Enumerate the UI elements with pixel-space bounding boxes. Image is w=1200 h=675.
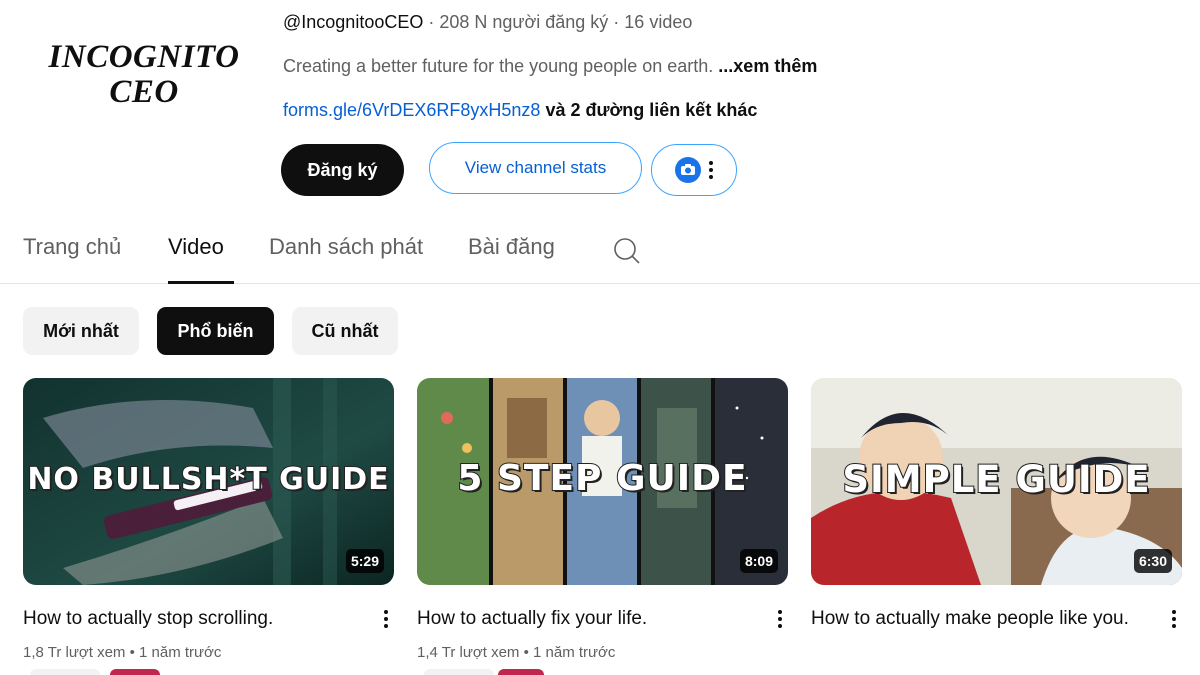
view-count: 1,8 Tr lượt xem: [23, 644, 126, 661]
video-menu-icon[interactable]: [778, 610, 782, 628]
channel-handle: @IncognitooCEO: [283, 12, 424, 32]
search-icon[interactable]: [610, 234, 642, 266]
show-more-link[interactable]: ...xem thêm: [718, 56, 817, 76]
badge-peek: [110, 669, 160, 675]
chip-oldest[interactable]: Cũ nhất: [292, 307, 398, 355]
badge-peek: [30, 669, 100, 675]
meta-separator: •: [125, 644, 139, 661]
channel-description[interactable]: Creating a better future for the young p…: [283, 52, 817, 80]
meta-separator: •: [519, 644, 533, 661]
logo-line-2: CEO: [109, 74, 179, 110]
video-title[interactable]: How to actually make people like you.: [811, 604, 1141, 634]
channel-links: forms.gle/6VrDEX6RF8yxH5nz8 và 2 đường li…: [283, 96, 757, 124]
view-count: 1,4 Tr lượt xem: [417, 644, 520, 661]
video-thumbnail[interactable]: 5 STEP GUIDE 8:09: [417, 378, 788, 585]
duration-badge: 8:09: [739, 549, 778, 573]
video-card[interactable]: SIMPLE GUIDE 6:30 How to actually make p…: [811, 378, 1182, 629]
badge-peek: [498, 669, 544, 675]
upload-age: 1 năm trước: [533, 644, 616, 661]
video-meta: 1,4 Tr lượt xem • 1 năm trước: [417, 644, 615, 661]
extension-icon: [675, 157, 701, 183]
subscriber-count: 208 N người đăng ký: [439, 12, 609, 32]
chip-latest[interactable]: Mới nhất: [23, 307, 139, 355]
tab-posts[interactable]: Bài đăng: [468, 226, 555, 284]
chip-popular[interactable]: Phổ biến: [157, 307, 274, 355]
tab-home[interactable]: Trang chủ: [23, 226, 121, 284]
meta-separator: ·: [608, 12, 625, 32]
video-title[interactable]: How to actually fix your life.: [417, 604, 747, 634]
thumbnail-caption: SIMPLE GUIDE: [841, 457, 1151, 502]
description-text: Creating a better future for the young p…: [283, 56, 714, 76]
thumbnail-caption: NO BULLSH*T GUIDE: [26, 461, 390, 498]
channel-meta: @IncognitooCEO · 208 N người đăng ký · 1…: [283, 8, 1183, 36]
channel-logo: INCOGNITO CEO: [22, 40, 266, 110]
channel-tabs: Trang chủ Video Danh sách phát Bài đăng: [0, 226, 1200, 284]
view-channel-stats-button[interactable]: View channel stats: [429, 142, 642, 194]
extension-menu-button[interactable]: [651, 144, 737, 196]
thumbnail-caption: 5 STEP GUIDE: [456, 457, 748, 500]
more-vert-icon: [709, 161, 713, 179]
video-thumbnail[interactable]: SIMPLE GUIDE 6:30: [811, 378, 1182, 585]
video-menu-icon[interactable]: [384, 610, 388, 628]
video-thumbnail[interactable]: NO BULLSH*T GUIDE 5:29: [23, 378, 394, 585]
duration-badge: 6:30: [1133, 549, 1172, 573]
subscribe-button[interactable]: Đăng ký: [281, 144, 404, 196]
channel-link[interactable]: forms.gle/6VrDEX6RF8yxH5nz8: [283, 100, 540, 120]
more-links-link[interactable]: và 2 đường liên kết khác: [545, 100, 757, 120]
video-count: 16 video: [624, 12, 693, 32]
tab-playlists[interactable]: Danh sách phát: [269, 226, 423, 284]
video-menu-icon[interactable]: [1172, 610, 1176, 628]
video-card[interactable]: 5 STEP GUIDE 8:09 How to actually fix yo…: [417, 378, 788, 661]
logo-line-1: INCOGNITO: [48, 39, 240, 75]
meta-separator: ·: [423, 12, 440, 32]
duration-badge: 5:29: [345, 549, 384, 573]
tab-videos[interactable]: Video: [168, 226, 234, 284]
upload-age: 1 năm trước: [139, 644, 222, 661]
badge-peek: [424, 669, 494, 675]
video-card[interactable]: NO BULLSH*T GUIDE 5:29 How to actually s…: [23, 378, 394, 661]
video-title[interactable]: How to actually stop scrolling.: [23, 604, 353, 634]
video-meta: 1,8 Tr lượt xem • 1 năm trước: [23, 644, 221, 661]
